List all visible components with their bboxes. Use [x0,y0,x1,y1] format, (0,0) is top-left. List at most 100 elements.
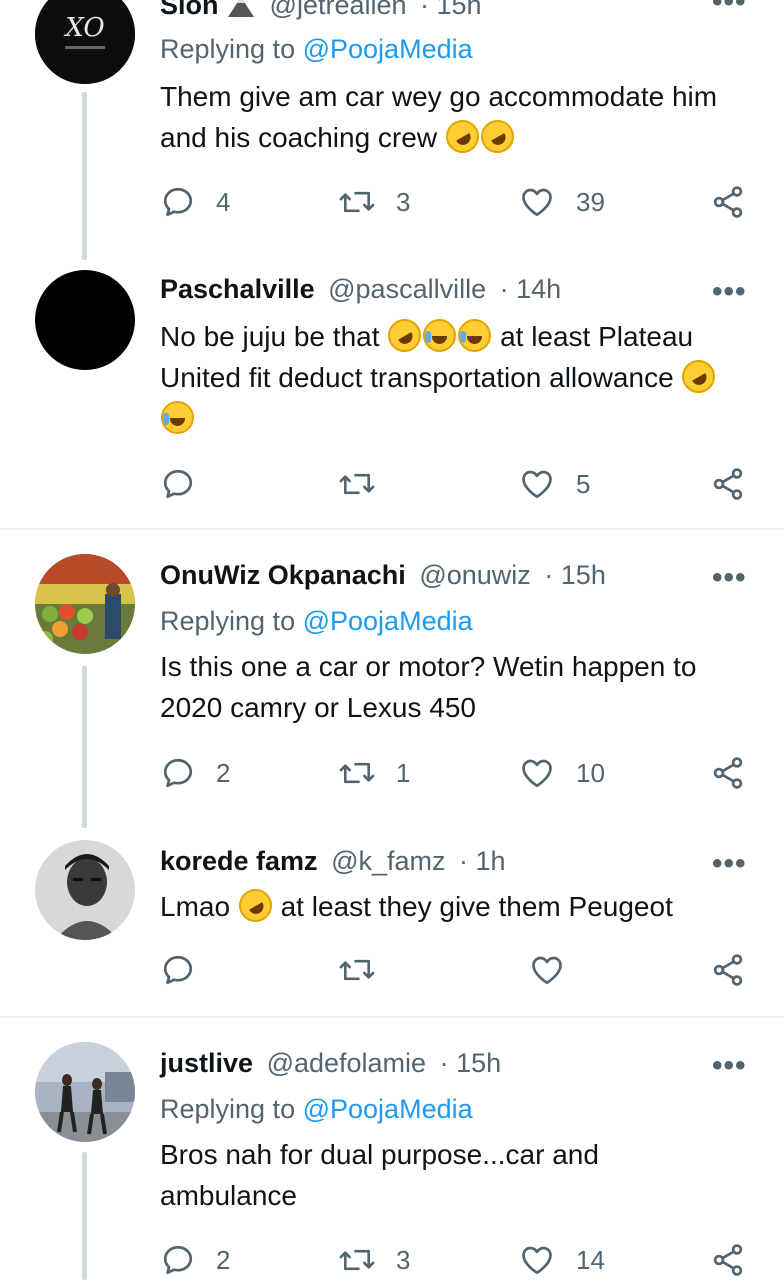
action-bar: 5 [160,466,760,506]
display-name[interactable]: korede famz [160,846,318,876]
avatar[interactable] [35,840,135,940]
share-icon [713,757,743,789]
like-count: 5 [576,468,591,499]
tweet-text-part: No be juju be that [160,321,380,352]
reply-button[interactable]: 4 [160,184,230,220]
timestamp[interactable]: · 1h [459,846,506,876]
heart-icon [522,470,552,499]
reply-icon [163,955,193,985]
reply-icon [163,469,193,499]
tweet-text: Them give am car wey go accommodate him … [160,76,720,160]
timestamp[interactable]: · 15h [440,1048,502,1078]
tweet[interactable]: OnuWiz Okpanachi @onuwiz · 15h ••• Reply… [0,530,784,828]
mention-link[interactable]: @PoojaMedia [303,34,473,64]
more-options-icon[interactable]: ••• [712,0,747,17]
more-options-icon[interactable]: ••• [712,277,747,307]
rofl-emoji-icon [439,113,485,160]
like-button[interactable]: 5 [518,466,590,502]
action-bar [160,952,760,992]
retweet-icon [339,959,375,981]
retweet-count: 3 [396,1244,411,1275]
tweet-header: OnuWiz Okpanachi @onuwiz · 15h [160,558,606,592]
reply-count: 2 [216,1244,231,1275]
tweet-header: Sion @jetreallen · 15h [160,0,482,22]
tweet[interactable]: korede famz @k_famz · 1h ••• Lmao at lea… [0,826,784,1016]
like-button[interactable]: 10 [518,755,605,791]
retweet-button[interactable]: 3 [338,1242,410,1278]
avatar[interactable] [35,554,135,654]
reply-icon [163,758,193,788]
share-icon [713,186,743,218]
share-icon [713,468,743,500]
handle[interactable]: @jetreallen [270,0,407,20]
reply-button[interactable]: 2 [160,755,230,791]
more-options-icon[interactable]: ••• [712,849,747,879]
tweet[interactable]: Paschalville @pascallville · 14h ••• No … [0,262,784,528]
display-name[interactable]: justlive [160,1048,253,1078]
like-button[interactable]: 39 [518,184,605,220]
handle[interactable]: @k_famz [331,846,445,876]
display-name[interactable]: Sion [160,0,219,20]
share-button[interactable] [710,1242,746,1278]
retweet-count: 1 [396,757,411,788]
tweet-text-part: Them give am car wey go accommodate him … [160,81,718,153]
xo-logo-icon: XO [35,0,135,84]
avatar[interactable] [35,1042,135,1142]
heart-icon [522,188,552,217]
rofl-emoji-icon [232,882,278,929]
share-button[interactable] [710,466,746,502]
tweet[interactable]: XO Sion @jetreallen · 15h ••• Replying t… [0,0,784,262]
reply-button[interactable] [160,466,216,502]
display-name[interactable]: OnuWiz Okpanachi [160,560,406,590]
like-button[interactable]: 14 [518,1242,605,1278]
thread-line [82,666,87,828]
reply-button[interactable] [160,952,216,988]
tweet-text-part: at least they give them Peugeot [280,891,673,922]
share-button[interactable] [710,184,746,220]
handle[interactable]: @adefolamie [267,1048,427,1078]
retweet-button[interactable]: 1 [338,755,410,791]
mention-link[interactable]: @PoojaMedia [303,606,473,636]
heart-icon [522,1246,552,1275]
tweet[interactable]: justlive @adefolamie · 15h ••• Replying … [0,1018,784,1280]
share-icon [713,954,743,986]
like-count: 14 [576,1244,605,1275]
heart-icon [522,759,552,788]
reply-button[interactable]: 2 [160,1242,230,1278]
retweet-icon [339,762,375,784]
timestamp[interactable]: · 15h [544,560,606,590]
tweet-header: justlive @adefolamie · 15h [160,1046,501,1080]
timestamp[interactable]: · 15h [420,0,482,20]
mention-link[interactable]: @PoojaMedia [303,1094,473,1124]
handle[interactable]: @pascallville [328,274,486,304]
joy-emoji-icon [423,319,457,352]
reply-count: 2 [216,757,231,788]
retweet-button[interactable]: 3 [338,184,410,220]
retweet-button[interactable] [338,952,396,988]
timestamp[interactable]: · 14h [500,274,562,304]
tweet-text: Is this one a car or motor? Wetin happen… [160,651,697,723]
tweet-text: Lmao at least they give them Peugeot [160,882,760,929]
like-count: 39 [576,186,605,217]
avatar[interactable] [35,270,135,370]
share-button[interactable] [710,755,746,791]
tweet-header: korede famz @k_famz · 1h [160,844,506,878]
tweet-header: Paschalville @pascallville · 14h [160,272,561,306]
display-name[interactable]: Paschalville [160,274,315,304]
retweet-icon [339,473,375,495]
share-button[interactable] [710,952,746,988]
market-photo-icon [35,554,135,654]
replying-to: Replying to @PoojaMedia [160,1092,473,1126]
handle[interactable]: @onuwiz [419,560,530,590]
joy-emoji-icon [458,319,492,352]
more-options-icon[interactable]: ••• [712,563,747,593]
joy-emoji-icon [161,401,194,434]
share-icon [713,1244,743,1276]
like-count: 10 [576,757,605,788]
like-button[interactable] [528,952,586,988]
retweet-button[interactable] [338,466,396,502]
reply-icon [163,1245,193,1275]
avatar[interactable]: XO [35,0,135,84]
more-options-icon[interactable]: ••• [712,1051,747,1081]
rofl-emoji-icon [676,353,722,400]
